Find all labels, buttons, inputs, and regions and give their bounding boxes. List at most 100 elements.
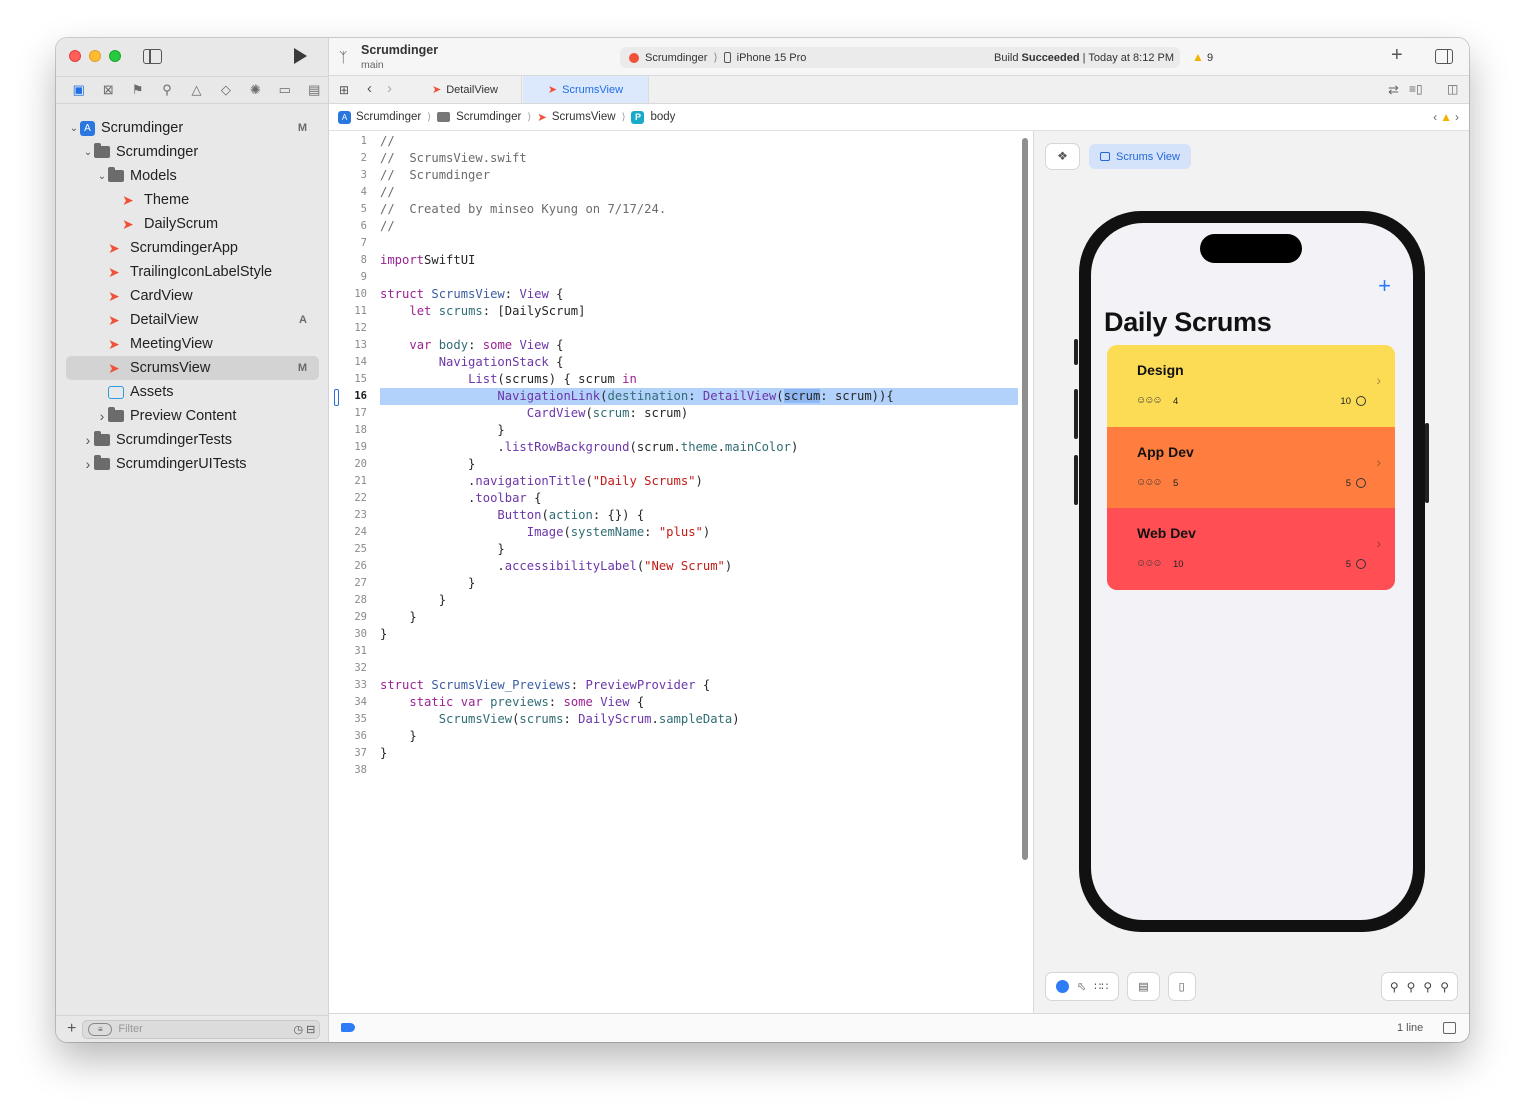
warnings-indicator[interactable]: ▲ 9 bbox=[1192, 50, 1213, 64]
disclosure-open-icon[interactable]: ⌄ bbox=[82, 147, 94, 158]
disclosure-closed-icon[interactable]: › bbox=[96, 408, 108, 424]
code-line[interactable]: 27 } bbox=[329, 575, 1019, 592]
selectable-mode-icon[interactable]: ⬁ bbox=[1077, 980, 1086, 993]
tree-item[interactable]: ⌄ Models bbox=[56, 164, 329, 188]
tree-item[interactable]: ➤ ScrumdingerApp bbox=[56, 236, 329, 260]
code-line[interactable]: 24 Image(systemName: "plus") bbox=[329, 524, 1019, 541]
split-editor-icon[interactable]: ◫ bbox=[1447, 82, 1458, 96]
branch-name[interactable]: main bbox=[361, 59, 384, 71]
live-mode-icon[interactable] bbox=[1056, 980, 1069, 993]
close-window-button[interactable] bbox=[69, 50, 81, 62]
disclosure-open-icon[interactable]: ⌄ bbox=[96, 171, 108, 182]
code-line[interactable]: 5 // Created by minseo Kyung on 7/17/24. bbox=[329, 201, 1019, 218]
line-number[interactable]: 29 bbox=[329, 609, 367, 626]
line-number[interactable]: 33 bbox=[329, 677, 367, 694]
inspector-toggle-icon[interactable] bbox=[1435, 49, 1453, 64]
tree-item[interactable]: ➤ MeetingView bbox=[56, 332, 329, 356]
line-number[interactable]: 28 bbox=[329, 592, 367, 609]
swap-icon[interactable]: ⇄ bbox=[1388, 82, 1399, 98]
scrum-card[interactable]: Design ☺☺☺ 4 10 › bbox=[1107, 345, 1395, 427]
zoom-out-icon[interactable]: ⚲ bbox=[1390, 980, 1399, 994]
code-line[interactable]: 8 importSwiftUI bbox=[329, 252, 1019, 269]
jump-bar-file[interactable]: ➤ ScrumsView bbox=[537, 110, 615, 124]
sidebar-toggle-icon[interactable] bbox=[143, 49, 162, 64]
code-line[interactable]: 7 bbox=[329, 235, 1019, 252]
tree-item[interactable]: Assets bbox=[56, 380, 329, 404]
line-number[interactable]: 31 bbox=[329, 643, 367, 660]
line-number[interactable]: 30 bbox=[329, 626, 367, 643]
line-number[interactable]: 9 bbox=[329, 269, 367, 286]
source-editor[interactable]: 1 // 2 // ScrumsView.swift 3 // Scrumdinger 4 /… bbox=[329, 133, 1019, 1013]
line-number[interactable]: 27 bbox=[329, 575, 367, 592]
run-button[interactable] bbox=[294, 48, 307, 64]
code-line[interactable]: 38 bbox=[329, 762, 1019, 779]
code-line[interactable]: 2 // ScrumsView.swift bbox=[329, 150, 1019, 167]
forward-chevron-icon[interactable]: › bbox=[387, 80, 392, 97]
project-navigator-icon[interactable]: ▣ bbox=[64, 77, 93, 103]
device-picker-icon[interactable]: ▯ bbox=[1179, 980, 1185, 993]
zoom-in-icon[interactable]: ⚲ bbox=[1440, 980, 1449, 994]
code-line[interactable]: 19 .listRowBackground(scrum.theme.mainCo… bbox=[329, 439, 1019, 456]
find-navigator-icon[interactable]: ⚲ bbox=[152, 77, 181, 103]
line-number[interactable]: 20 bbox=[329, 456, 367, 473]
line-number[interactable]: 32 bbox=[329, 660, 367, 677]
line-number[interactable]: 16 bbox=[329, 388, 367, 405]
line-number[interactable]: 7 bbox=[329, 235, 367, 252]
code-line[interactable]: 14 NavigationStack { bbox=[329, 354, 1019, 371]
code-line[interactable]: 17 CardView(scrum: scrum) bbox=[329, 405, 1019, 422]
scrum-card[interactable]: App Dev ☺☺☺ 5 5 › bbox=[1107, 426, 1395, 508]
code-line[interactable]: 22 .toolbar { bbox=[329, 490, 1019, 507]
zoom-window-button[interactable] bbox=[109, 50, 121, 62]
line-number[interactable]: 15 bbox=[329, 371, 367, 388]
code-line[interactable]: 23 Button(action: {}) { bbox=[329, 507, 1019, 524]
code-line[interactable]: 13 var body: some View { bbox=[329, 337, 1019, 354]
code-line[interactable]: 9 bbox=[329, 269, 1019, 286]
tree-item[interactable]: ➤ DetailView A bbox=[56, 308, 329, 332]
code-line[interactable]: 3 // Scrumdinger bbox=[329, 167, 1019, 184]
code-line[interactable]: 30} bbox=[329, 626, 1019, 643]
tree-item[interactable]: › Preview Content bbox=[56, 404, 329, 428]
disclosure-open-icon[interactable]: ⌄ bbox=[68, 123, 80, 134]
code-line[interactable]: 6 // bbox=[329, 218, 1019, 235]
code-line[interactable]: 21 .navigationTitle("Daily Scrums") bbox=[329, 473, 1019, 490]
line-number[interactable]: 38 bbox=[329, 762, 367, 779]
line-number[interactable]: 21 bbox=[329, 473, 367, 490]
new-scrum-plus-icon[interactable]: + bbox=[1378, 273, 1391, 299]
line-number[interactable]: 17 bbox=[329, 405, 367, 422]
breakpoint-toggle-icon[interactable] bbox=[341, 1023, 355, 1032]
code-line[interactable]: 37} bbox=[329, 745, 1019, 762]
line-number[interactable]: 11 bbox=[329, 303, 367, 320]
disclosure-closed-icon[interactable]: › bbox=[82, 456, 94, 472]
device-settings-icon[interactable]: ▤ bbox=[1138, 980, 1148, 993]
tree-item[interactable]: ⌄ A Scrumdinger M bbox=[56, 116, 329, 140]
line-number[interactable]: 25 bbox=[329, 541, 367, 558]
related-items-icon[interactable]: ⊞ bbox=[339, 83, 349, 97]
breakpoint-navigator-icon[interactable]: ▭ bbox=[270, 77, 299, 103]
line-number[interactable]: 13 bbox=[329, 337, 367, 354]
device-selector[interactable]: iPhone 15 Pro bbox=[737, 52, 807, 64]
scrum-card[interactable]: Web Dev ☺☺☺ 10 5 › bbox=[1107, 508, 1395, 590]
zoom-fit-icon[interactable]: ⚲ bbox=[1423, 980, 1432, 994]
tree-item[interactable]: ➤ ScrumsView M bbox=[66, 356, 319, 380]
code-line[interactable]: 16 NavigationLink (destination: DetailVie… bbox=[329, 388, 1019, 406]
line-number[interactable]: 37 bbox=[329, 745, 367, 762]
zoom-100-icon[interactable]: ⚲ bbox=[1407, 980, 1416, 994]
code-line[interactable]: 28 } bbox=[329, 592, 1019, 609]
line-number[interactable]: 3 bbox=[329, 167, 367, 184]
code-line[interactable]: 25 } bbox=[329, 541, 1019, 558]
code-line[interactable]: 12 bbox=[329, 320, 1019, 337]
code-line[interactable]: 15 List(scrums) { scrum in bbox=[329, 371, 1019, 388]
code-line[interactable]: 36 } bbox=[329, 728, 1019, 745]
scheme-selector[interactable]: Scrumdinger bbox=[645, 52, 707, 64]
code-line[interactable]: 32 bbox=[329, 660, 1019, 677]
code-line[interactable]: 1 // bbox=[329, 133, 1019, 150]
debug-area-toggle-icon[interactable] bbox=[1443, 1022, 1456, 1034]
preview-selector-chip[interactable]: Scrums View bbox=[1089, 144, 1191, 169]
recent-files-icon[interactable]: ◷ ⊟ bbox=[293, 1023, 315, 1036]
jump-bar-folder[interactable]: Scrumdinger bbox=[437, 111, 521, 123]
pin-preview-button[interactable]: ❖ bbox=[1046, 144, 1079, 169]
code-line[interactable]: 20 } bbox=[329, 456, 1019, 473]
bookmark-navigator-icon[interactable]: ⚑ bbox=[123, 77, 152, 103]
line-number[interactable]: 19 bbox=[329, 439, 367, 456]
code-line[interactable]: 18 } bbox=[329, 422, 1019, 439]
